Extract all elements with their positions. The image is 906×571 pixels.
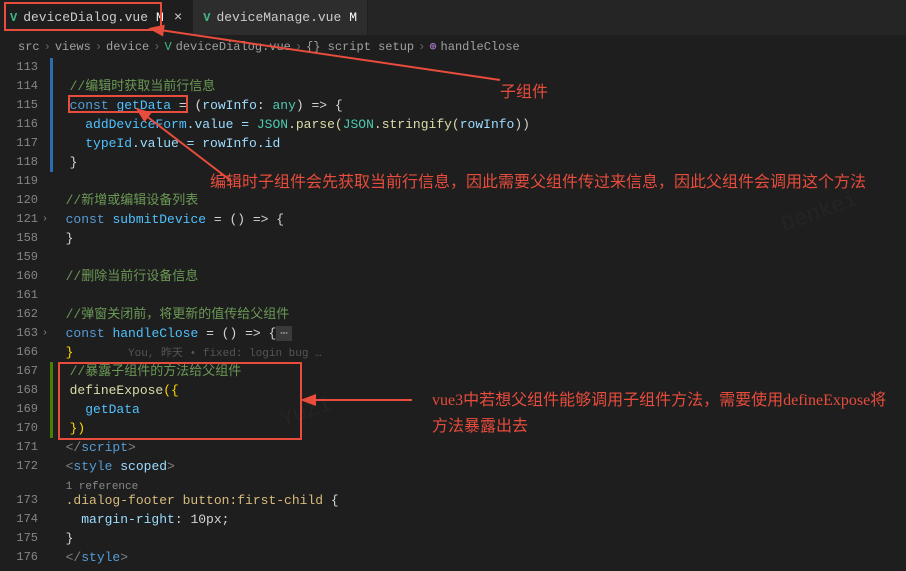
tab-label: deviceManage.vue	[216, 10, 341, 25]
tab-devicemanage[interactable]: V deviceManage.vue M	[193, 0, 368, 35]
tab-bar: V deviceDialog.vue M × V deviceManage.vu…	[0, 0, 906, 35]
code-editor[interactable]: 113114115 116117118 119120121 158159160 …	[0, 58, 906, 567]
tab-devicedialog[interactable]: V deviceDialog.vue M ×	[0, 0, 193, 35]
chevron-right-icon: ›	[418, 40, 425, 54]
bc-part[interactable]: device	[106, 40, 149, 54]
code-area[interactable]: //编辑时获取当前行信息 const getData = (rowInfo: a…	[50, 58, 906, 567]
bc-part[interactable]: views	[55, 40, 91, 54]
bc-part[interactable]: src	[18, 40, 40, 54]
modified-indicator: M	[349, 10, 357, 25]
chevron-right-icon: ›	[295, 40, 302, 54]
fold-icon[interactable]: ›	[42, 210, 48, 229]
vue-icon: V	[10, 11, 17, 25]
chevron-right-icon: ›	[44, 40, 51, 54]
modified-indicator: M	[156, 10, 164, 25]
tab-label: deviceDialog.vue	[23, 10, 148, 25]
bc-part[interactable]: handleClose	[441, 40, 520, 54]
bc-part[interactable]: {} script setup	[306, 40, 414, 54]
breadcrumb: src › views › device › V deviceDialog.vu…	[0, 35, 906, 58]
git-blame-ghost: You, 昨天 • fixed: login bug …	[128, 348, 322, 360]
vue-icon: V	[203, 11, 210, 25]
fold-icon[interactable]: ›	[42, 324, 48, 343]
chevron-right-icon: ›	[153, 40, 160, 54]
chevron-right-icon: ›	[95, 40, 102, 54]
close-icon[interactable]: ×	[174, 10, 182, 26]
line-gutter: 113114115 116117118 119120121 158159160 …	[0, 58, 50, 567]
vue-icon: V	[164, 40, 171, 54]
bc-part[interactable]: deviceDialog.vue	[176, 40, 291, 54]
method-icon: ⊕	[429, 39, 436, 54]
